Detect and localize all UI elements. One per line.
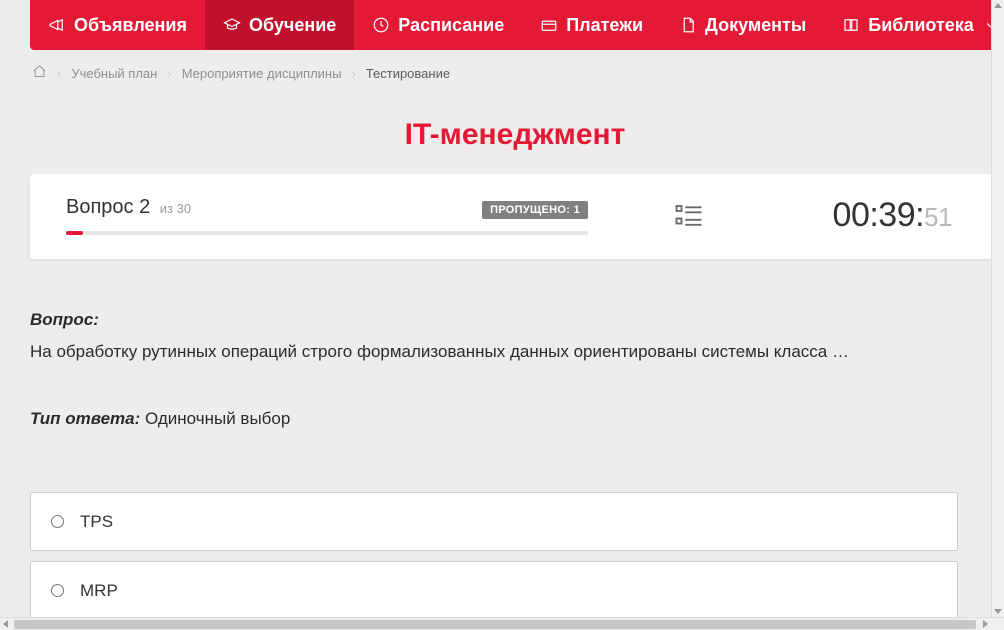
payment-icon bbox=[540, 16, 558, 34]
question-text: На обработку рутинных операций строго фо… bbox=[30, 339, 994, 365]
nav-item-documents[interactable]: Документы bbox=[661, 0, 824, 50]
option-radio[interactable] bbox=[51, 515, 64, 528]
option-label: TPS bbox=[80, 509, 113, 535]
chevron-right-icon: › bbox=[351, 66, 355, 81]
nav-label: Расписание bbox=[398, 15, 504, 36]
question-label: Вопрос: bbox=[30, 310, 99, 329]
skipped-badge: ПРОПУЩЕНО: 1 bbox=[482, 201, 588, 219]
option-label: MRP bbox=[80, 578, 118, 604]
nav-item-payments[interactable]: Платежи bbox=[522, 0, 661, 50]
of-prefix: из bbox=[160, 201, 173, 216]
scroll-down-icon[interactable] bbox=[994, 609, 1002, 614]
option-radio[interactable] bbox=[51, 584, 64, 597]
vertical-scrollbar[interactable] bbox=[991, 0, 1004, 617]
page-title: IT-менеджмент bbox=[30, 90, 1000, 174]
question-counter: Вопрос 2 из 30 bbox=[66, 196, 191, 219]
breadcrumb-link-plan[interactable]: Учебный план bbox=[71, 66, 157, 81]
breadcrumb: › Учебный план › Мероприятие дисциплины … bbox=[30, 50, 1000, 90]
answer-type-label: Тип ответа: bbox=[30, 409, 140, 428]
chevron-right-icon: › bbox=[57, 66, 61, 81]
horizontal-scrollbar[interactable] bbox=[0, 617, 1004, 630]
answer-type: Тип ответа: Одиночный выбор bbox=[30, 406, 994, 432]
answer-type-value: Одиночный выбор bbox=[145, 409, 290, 428]
breadcrumb-link-event[interactable]: Мероприятие дисциплины bbox=[182, 66, 342, 81]
scroll-up-icon[interactable] bbox=[994, 3, 1002, 8]
library-icon bbox=[842, 16, 860, 34]
options-list: TPS MRP MRPII bbox=[30, 492, 958, 618]
scroll-right-icon[interactable] bbox=[983, 620, 988, 628]
document-icon bbox=[679, 16, 697, 34]
megaphone-icon bbox=[48, 16, 66, 34]
nav-item-announcements[interactable]: Объявления bbox=[30, 0, 205, 50]
breadcrumb-current: Тестирование bbox=[366, 66, 450, 81]
question-block: Вопрос: bbox=[30, 307, 994, 333]
question-list-button[interactable] bbox=[674, 201, 704, 231]
timer: 00:39:51 bbox=[833, 196, 952, 235]
chevron-right-icon: › bbox=[167, 66, 171, 81]
question-number: Вопрос 2 bbox=[66, 196, 150, 218]
nav-label: Платежи bbox=[566, 15, 643, 36]
nav-item-education[interactable]: Обучение bbox=[205, 0, 354, 50]
scroll-left-icon[interactable] bbox=[3, 620, 8, 628]
nav-item-schedule[interactable]: Расписание bbox=[354, 0, 522, 50]
top-nav: Объявления Обучение Расписание bbox=[30, 0, 1000, 50]
scroll-thumb[interactable] bbox=[14, 620, 976, 629]
clock-icon bbox=[372, 16, 390, 34]
grad-cap-icon bbox=[223, 16, 241, 34]
timer-seconds: 51 bbox=[924, 202, 952, 232]
option-row[interactable]: MRP bbox=[30, 561, 958, 617]
nav-label: Объявления bbox=[74, 15, 187, 36]
nav-item-library[interactable]: Библиотека bbox=[824, 0, 1004, 50]
progress-fill bbox=[66, 231, 83, 235]
progress-bar bbox=[66, 231, 588, 235]
option-row[interactable]: TPS bbox=[30, 492, 958, 552]
nav-label: Документы bbox=[705, 15, 806, 36]
timer-main: 00:39: bbox=[833, 196, 925, 234]
home-icon[interactable] bbox=[32, 64, 47, 82]
status-card: Вопрос 2 из 30 ПРОПУЩЕНО: 1 bbox=[30, 174, 1000, 259]
nav-label: Библиотека bbox=[868, 15, 974, 36]
nav-label: Обучение bbox=[249, 15, 336, 36]
total-questions: 30 bbox=[177, 201, 191, 216]
